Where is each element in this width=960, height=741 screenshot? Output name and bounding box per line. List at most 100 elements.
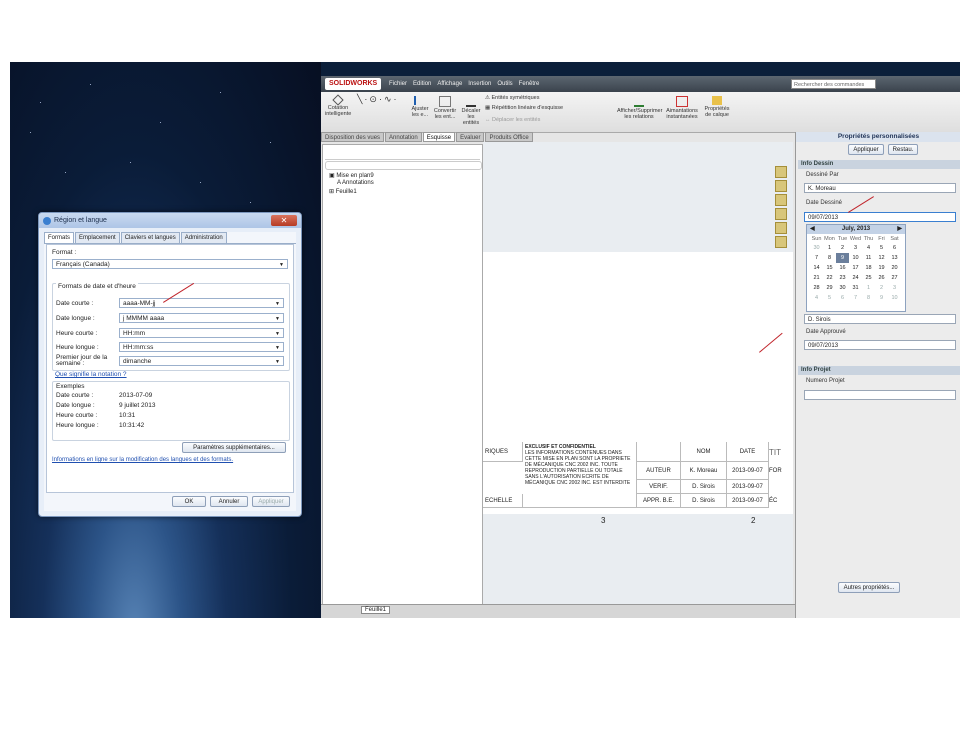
calendar-day[interactable]: 6 bbox=[888, 243, 901, 253]
props-restore-button[interactable]: Restau. bbox=[888, 144, 918, 155]
calendar-day[interactable]: 26 bbox=[875, 273, 888, 283]
resources-icon[interactable] bbox=[775, 166, 787, 178]
tab-esquisse[interactable]: Esquisse bbox=[422, 132, 456, 142]
first-day-select[interactable]: dimanche ▼ bbox=[119, 356, 284, 366]
command-search-input[interactable]: Rechercher des commandes bbox=[791, 79, 876, 89]
menu-affichage[interactable]: Affichage bbox=[437, 81, 462, 87]
tab-evaluer[interactable]: Evaluer bbox=[456, 132, 485, 142]
calendar-day[interactable]: 10 bbox=[888, 293, 901, 303]
calendar-day[interactable]: 19 bbox=[875, 263, 888, 273]
tab-produits-office[interactable]: Produits Office bbox=[485, 132, 533, 142]
ok-button[interactable]: OK bbox=[172, 496, 206, 507]
tab-claviers[interactable]: Claviers et langues bbox=[120, 232, 180, 243]
calendar-day[interactable]: 20 bbox=[888, 263, 901, 273]
checked-by-field[interactable]: D. Sirois bbox=[804, 314, 956, 324]
calendar-day[interactable]: 17 bbox=[849, 263, 862, 273]
dialog-titlebar[interactable]: Région et langue ✕ bbox=[39, 213, 301, 228]
menu-edition[interactable]: Edition bbox=[413, 81, 431, 87]
calendar-day[interactable]: 7 bbox=[810, 253, 823, 263]
relations-button[interactable]: Afficher/Supprimer les relations bbox=[617, 96, 662, 120]
close-icon[interactable]: ✕ bbox=[271, 215, 297, 226]
prev-month-icon[interactable]: ◀ bbox=[810, 225, 815, 234]
calendar-day[interactable]: 5 bbox=[823, 293, 836, 303]
calendar-day[interactable]: 6 bbox=[836, 293, 849, 303]
date-approved-field[interactable]: 09/07/2013 bbox=[804, 340, 956, 350]
apply-button[interactable]: Appliquer bbox=[252, 496, 290, 507]
short-date-select[interactable]: aaaa-MM-jj ▼ bbox=[119, 298, 284, 308]
format-select[interactable]: Français (Canada) ▼ bbox=[52, 259, 288, 269]
menu-fichier[interactable]: Fichier bbox=[389, 81, 407, 87]
other-properties-button[interactable]: Autres propriétés... bbox=[838, 582, 900, 593]
calendar-day[interactable]: 21 bbox=[810, 273, 823, 283]
short-time-select[interactable]: HH:mm ▼ bbox=[119, 328, 284, 338]
filter-input[interactable] bbox=[325, 161, 482, 170]
calendar-day[interactable]: 5 bbox=[875, 243, 888, 253]
calendar-day[interactable]: 9 bbox=[875, 293, 888, 303]
calendar-day[interactable]: 27 bbox=[888, 273, 901, 283]
calendar-day[interactable]: 1 bbox=[823, 243, 836, 253]
calendar-day[interactable]: 12 bbox=[875, 253, 888, 263]
props-apply-button[interactable]: Appliquer bbox=[848, 144, 884, 155]
calendar-day[interactable]: 3 bbox=[849, 243, 862, 253]
offset-button[interactable]: Décaler les entités bbox=[461, 96, 481, 126]
menu-insertion[interactable]: Insertion bbox=[468, 81, 491, 87]
calendar-day[interactable]: 3 bbox=[888, 283, 901, 293]
linear-pattern-button[interactable]: ▦ Répétition linéaire d'esquisse bbox=[485, 105, 595, 111]
sheet-tab[interactable]: Feuille1 bbox=[361, 606, 391, 614]
tab-administration[interactable]: Administration bbox=[180, 232, 227, 243]
calendar-day[interactable]: 16 bbox=[836, 263, 849, 273]
notation-link[interactable]: Que signifie la notation ? bbox=[55, 371, 127, 378]
calendar-day[interactable]: 31 bbox=[849, 283, 862, 293]
calendar-day[interactable]: 2 bbox=[836, 243, 849, 253]
tree-item-drawing[interactable]: ▣ Mise en plan9 bbox=[329, 172, 374, 179]
tab-annotation[interactable]: Annotation bbox=[385, 132, 422, 142]
info-link[interactable]: Informations en ligne sur la modificatio… bbox=[52, 457, 233, 463]
calendar-day[interactable]: 8 bbox=[862, 293, 875, 303]
custom-properties-icon[interactable] bbox=[775, 236, 787, 248]
calendar-day[interactable]: 29 bbox=[823, 283, 836, 293]
calendar-day[interactable]: 1 bbox=[862, 283, 875, 293]
tree-item-sheet[interactable]: ⊞ Feuille1 bbox=[329, 188, 357, 195]
calendar-day[interactable]: 8 bbox=[823, 253, 836, 263]
calendar-day[interactable]: 30 bbox=[836, 283, 849, 293]
more-settings-button[interactable]: Paramètres supplémentaires... bbox=[182, 442, 286, 453]
project-number-field[interactable] bbox=[804, 390, 956, 400]
long-date-select[interactable]: j MMMM aaaa ▼ bbox=[119, 313, 284, 323]
calendar-day[interactable]: 23 bbox=[836, 273, 849, 283]
calendar-day[interactable]: 4 bbox=[810, 293, 823, 303]
cancel-button[interactable]: Annuler bbox=[210, 496, 248, 507]
snaps-button[interactable]: Aimantations instantanées bbox=[665, 96, 699, 120]
app-logo[interactable]: SOLIDWORKS bbox=[325, 78, 382, 90]
tree-item-annotations[interactable]: A Annotations bbox=[337, 180, 374, 186]
calendar-day[interactable]: 22 bbox=[823, 273, 836, 283]
calendar-day[interactable]: 13 bbox=[888, 253, 901, 263]
smart-dimension-button[interactable]: Cotation intelligente bbox=[325, 94, 351, 117]
calendar-day[interactable]: 14 bbox=[810, 263, 823, 273]
layer-properties-button[interactable]: Propriétés de calque bbox=[703, 96, 731, 118]
calendar-day[interactable]: 30 bbox=[810, 243, 823, 253]
calendar-day[interactable]: 10 bbox=[849, 253, 862, 263]
view-palette-icon[interactable] bbox=[775, 208, 787, 220]
calendar-day[interactable]: 24 bbox=[849, 273, 862, 283]
tab-emplacement[interactable]: Emplacement bbox=[75, 232, 120, 243]
appearances-icon[interactable] bbox=[775, 222, 787, 234]
tab-disposition[interactable]: Disposition des vues bbox=[321, 132, 385, 142]
menu-fenetre[interactable]: Fenêtre bbox=[519, 81, 540, 87]
design-library-icon[interactable] bbox=[775, 180, 787, 192]
trim-button[interactable]: Ajuster les e... bbox=[409, 96, 431, 118]
date-picker-calendar[interactable]: ◀ July, 2013 ▶ Sun Mon Tue Wed Thu Fri Sat 30 1 2… bbox=[806, 224, 906, 312]
drawn-by-field[interactable]: K. Moreau bbox=[804, 183, 956, 193]
calendar-day[interactable]: 9 bbox=[836, 253, 849, 263]
next-month-icon[interactable]: ▶ bbox=[897, 225, 902, 234]
menu-outils[interactable]: Outils bbox=[497, 81, 512, 87]
calendar-day[interactable]: 2 bbox=[875, 283, 888, 293]
calendar-day[interactable]: 4 bbox=[862, 243, 875, 253]
calendar-day[interactable]: 15 bbox=[823, 263, 836, 273]
calendar-day[interactable]: 7 bbox=[849, 293, 862, 303]
file-explorer-icon[interactable] bbox=[775, 194, 787, 206]
calendar-day[interactable]: 11 bbox=[862, 253, 875, 263]
move-entities-button[interactable]: ↔ Déplacer les entités bbox=[485, 117, 581, 123]
calendar-day[interactable]: 28 bbox=[810, 283, 823, 293]
convert-button[interactable]: Convertir les ent... bbox=[433, 96, 457, 120]
mirror-button[interactable]: ⚠ Entités symétriques bbox=[485, 95, 581, 101]
